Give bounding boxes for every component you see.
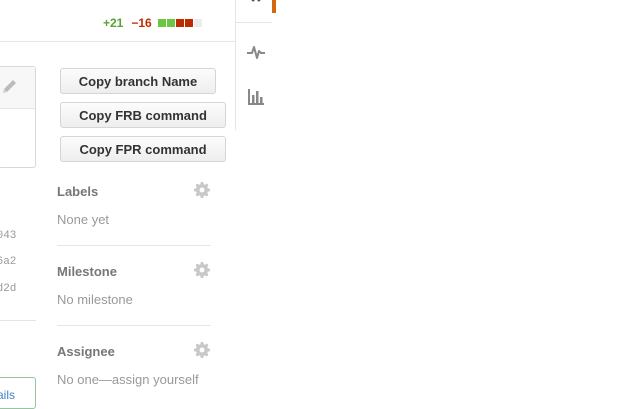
diffstat-block-added	[157, 19, 166, 27]
repo-nav-divider	[236, 22, 272, 23]
milestone-value: No milestone	[57, 292, 133, 307]
commit-sha[interactable]: 36a2	[0, 256, 16, 268]
diffstat-block-removed	[184, 19, 193, 27]
diffstat-deletions: −16	[131, 16, 152, 30]
pulse-icon[interactable]	[246, 44, 266, 60]
section-divider	[57, 245, 211, 246]
labels-heading: Labels	[57, 184, 99, 199]
pencil-icon[interactable]	[0, 79, 20, 95]
pull-request-icon[interactable]	[249, 0, 263, 4]
assignee-heading: Assignee	[57, 344, 115, 359]
assignee-value[interactable]: No one—assign yourself	[57, 372, 199, 387]
diffstat-additions: +21	[103, 16, 124, 30]
diffstat-block-added	[166, 19, 175, 27]
copy-branch-name-button[interactable]: Copy branch Name	[60, 68, 216, 94]
header-divider	[0, 41, 236, 42]
copy-frb-command-button[interactable]: Copy FRB command	[60, 102, 226, 128]
labels-value: None yet	[57, 212, 110, 227]
diffstat-blocks	[157, 19, 203, 27]
milestone-heading: Milestone	[57, 264, 117, 279]
diffstat-block-removed	[175, 19, 184, 27]
diffstat-block-neutral	[193, 19, 202, 27]
repo-nav-border	[235, 0, 236, 130]
commit-sha[interactable]: 7d2d	[0, 283, 16, 295]
details-button[interactable]: ails	[0, 377, 36, 409]
commit-sha[interactable]: e043	[0, 230, 16, 242]
diffstat: +21 −16	[103, 16, 203, 30]
graph-icon[interactable]	[247, 88, 265, 106]
gear-icon[interactable]	[193, 261, 211, 279]
left-divider	[0, 320, 36, 321]
selected-nav-indicator	[272, 0, 276, 13]
copy-fpr-command-button[interactable]: Copy FPR command	[60, 136, 226, 162]
gear-icon[interactable]	[193, 341, 211, 359]
gear-icon[interactable]	[193, 181, 211, 199]
section-divider	[57, 325, 211, 326]
